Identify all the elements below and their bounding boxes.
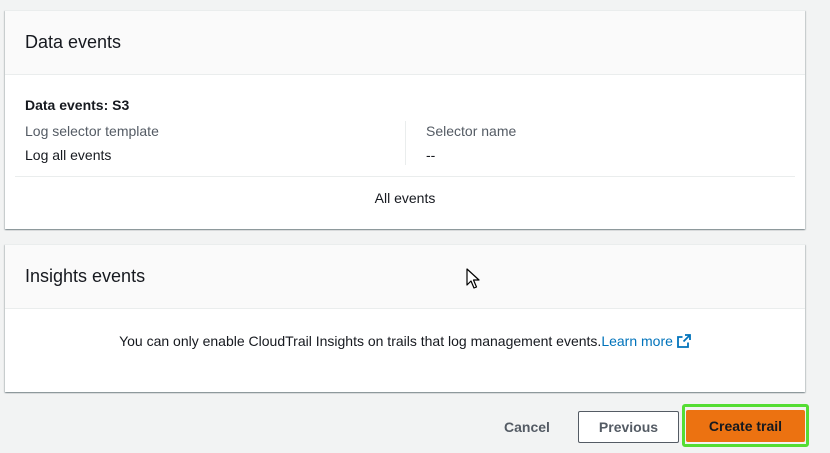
row-divider [15,176,795,177]
all-events-text: All events [374,190,436,206]
column-divider [405,121,406,165]
learn-more-link[interactable]: Learn more [601,333,691,349]
mouse-cursor-icon [466,268,480,295]
learn-more-label: Learn more [601,333,673,349]
data-events-panel: Data events Data events: S3 Log selector… [5,10,805,229]
previous-button[interactable]: Previous [578,411,679,443]
selector-name-value: -- [426,147,436,163]
log-selector-template-label: Log selector template [25,123,159,139]
insights-events-panel: Insights events You can only enable Clou… [5,244,805,392]
insights-message: You can only enable CloudTrail Insights … [5,333,805,351]
log-selector-template-value: Log all events [25,147,112,163]
selector-name-label: Selector name [426,123,517,139]
insights-events-header: Insights events [5,245,805,309]
cancel-button[interactable]: Cancel [496,412,558,442]
create-trail-button[interactable]: Create trail [686,410,805,442]
external-link-icon [677,334,691,351]
insights-message-text: You can only enable CloudTrail Insights … [119,333,602,349]
data-events-header: Data events [5,11,805,75]
data-events-s3-title: Data events: S3 [25,97,130,113]
